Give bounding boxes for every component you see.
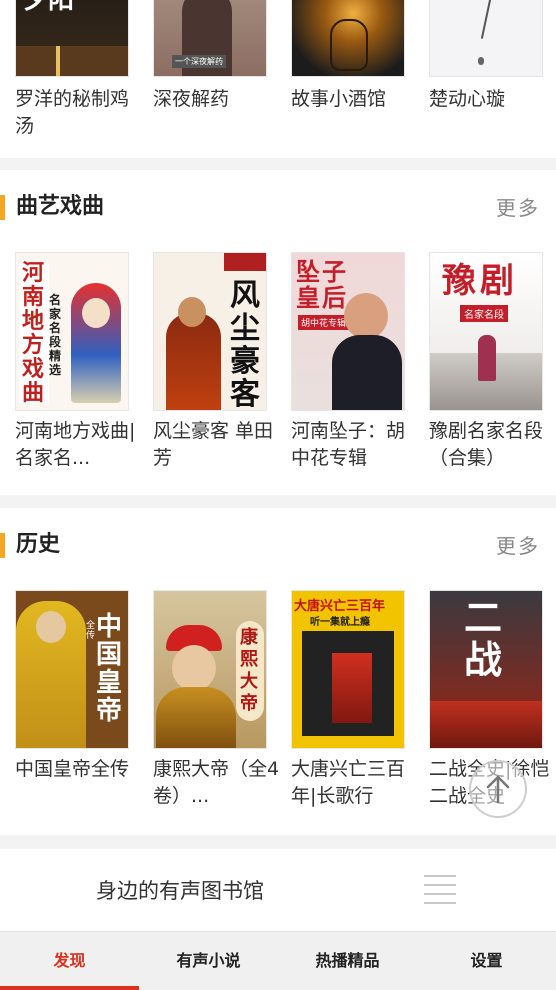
library-bar[interactable]: 身边的有声图书馆 bbox=[0, 849, 556, 931]
cover-text: 康熙大帝 bbox=[240, 627, 258, 714]
cover-text: 一个深夜解药 bbox=[172, 55, 226, 68]
cover-text: 夕阳 bbox=[22, 0, 75, 15]
tab-label: 有声小说 bbox=[176, 951, 241, 970]
book-title: 楚动心璇 bbox=[429, 88, 506, 110]
book-cover: 大唐兴亡三百年 听一集就上瘾 bbox=[291, 590, 405, 749]
cover-text: 豫剧 bbox=[442, 261, 518, 301]
library-title: 身边的有声图书馆 bbox=[96, 879, 264, 903]
book-title: 罗洋的秘制鸡汤 bbox=[15, 88, 130, 137]
active-tab-indicator bbox=[0, 986, 139, 990]
tab-label: 设置 bbox=[470, 951, 503, 970]
section-header: 曲艺戏曲 更多 bbox=[0, 170, 556, 246]
cover-text: 风尘豪客 bbox=[230, 278, 260, 411]
tab-label: 热播精品 bbox=[315, 951, 380, 970]
cover-subtext: 全传 bbox=[86, 621, 96, 641]
section-header: 历史 更多 bbox=[0, 508, 556, 584]
scroll-to-top-button[interactable] bbox=[469, 760, 527, 818]
cover-subtext: 名家名段精选 bbox=[49, 293, 62, 377]
cover-subtext: 胡中花专辑 bbox=[298, 315, 350, 330]
book-title: 风尘豪客 单田芳 bbox=[153, 420, 274, 469]
top-book-row: 夕阳 罗洋的秘制鸡汤 一个深夜解药 深夜解药 故事小酒馆 楚动心璇 bbox=[0, 0, 556, 158]
book-cover: 中国皇帝 全传 bbox=[15, 590, 129, 749]
book-cover bbox=[429, 0, 543, 77]
cover-text: 大唐兴亡三百年 bbox=[294, 599, 386, 614]
bottom-tab-bar: 发现 有声小说 热播精品 设置 bbox=[0, 931, 556, 990]
tab-audio-novels[interactable]: 有声小说 bbox=[139, 932, 278, 990]
book-title: 深夜解药 bbox=[153, 88, 230, 110]
book-cover bbox=[291, 0, 405, 77]
section-accent-bar bbox=[0, 533, 5, 558]
book-cover: 豫剧 名家名段 bbox=[429, 252, 543, 411]
book-cover: 二战 bbox=[429, 590, 543, 749]
section-title: 历史 bbox=[16, 532, 61, 557]
cover-text: 河南地方戏曲 bbox=[22, 260, 45, 406]
book-cover: 一个深夜解药 bbox=[153, 0, 267, 77]
more-link[interactable]: 更多 bbox=[496, 532, 540, 560]
book-cover: 风尘豪客 bbox=[153, 252, 267, 411]
arrow-up-icon bbox=[486, 775, 510, 804]
book-title: 康熙大帝（全4卷）... bbox=[153, 758, 280, 807]
more-link[interactable]: 更多 bbox=[496, 194, 540, 222]
section-opera: 曲艺戏曲 更多 河南地方戏曲 名家名段精选 河南地方戏曲|名家名... 风尘豪客… bbox=[0, 170, 556, 495]
book-title: 故事小酒馆 bbox=[291, 88, 387, 110]
tab-discover[interactable]: 发现 bbox=[0, 932, 139, 990]
tab-label: 发现 bbox=[53, 951, 86, 970]
cover-text: 中国皇帝 bbox=[96, 612, 123, 726]
section-accent-bar bbox=[0, 195, 5, 220]
menu-icon[interactable] bbox=[424, 875, 456, 905]
tab-hot-picks[interactable]: 热播精品 bbox=[278, 932, 417, 990]
tab-settings[interactable]: 设置 bbox=[417, 932, 556, 990]
book-title: 大唐兴亡三百年|长歌行 bbox=[291, 758, 406, 807]
section-title: 曲艺戏曲 bbox=[16, 194, 105, 219]
book-title: 豫剧名家名段（合集） bbox=[429, 420, 544, 469]
book-cover: 康熙大帝 bbox=[153, 590, 267, 749]
book-title: 河南地方戏曲|名家名... bbox=[15, 420, 136, 469]
cover-subtext: 听一集就上瘾 bbox=[310, 617, 370, 628]
book-cover: 坠子皇后 胡中花专辑 bbox=[291, 252, 405, 411]
cover-text: 二战 bbox=[464, 595, 505, 682]
book-title: 中国皇帝全传 bbox=[15, 758, 130, 780]
book-cover: 夕阳 bbox=[15, 0, 129, 77]
book-cover: 河南地方戏曲 名家名段精选 bbox=[15, 252, 129, 411]
cover-text: 坠子皇后 bbox=[296, 257, 348, 312]
cover-subtext: 名家名段 bbox=[460, 305, 508, 322]
book-title: 河南坠子：胡中花专辑 bbox=[291, 420, 406, 469]
